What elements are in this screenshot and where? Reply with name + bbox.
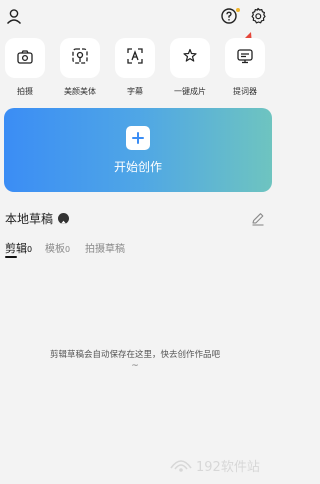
gear-icon[interactable] bbox=[248, 6, 268, 26]
edit-icon[interactable] bbox=[251, 211, 265, 226]
tool-label: 拍摄 bbox=[17, 87, 33, 96]
tool-label: 美颜美体 bbox=[64, 87, 96, 96]
magic-icon bbox=[182, 48, 198, 68]
start-create-label: 开始创作 bbox=[113, 159, 162, 174]
notification-dot bbox=[236, 8, 240, 12]
watermark-text: 192软件站 bbox=[196, 460, 260, 475]
tool-tile bbox=[60, 38, 100, 78]
tool-label: 字幕 bbox=[127, 87, 143, 96]
tool-shoot[interactable]: 拍摄 bbox=[3, 38, 47, 97]
subtitle-icon bbox=[127, 48, 143, 68]
empty-state-message: 剪辑草稿会自动保存在这里，快去创作作品吧 bbox=[49, 350, 220, 360]
tool-label: 一键成片 bbox=[174, 87, 206, 96]
top-bar bbox=[0, 0, 270, 36]
teleprompter-icon bbox=[237, 48, 253, 68]
start-create-button[interactable]: 开始创作 bbox=[4, 108, 272, 192]
tool-tile bbox=[5, 38, 45, 78]
tool-tile bbox=[170, 38, 210, 78]
tab-label: 模板 bbox=[45, 244, 65, 255]
drafts-header: 本地草稿 bbox=[5, 210, 267, 228]
tool-label: 提词器 bbox=[233, 87, 257, 96]
tab-label: 剪辑 bbox=[5, 242, 27, 255]
tool-beauty[interactable]: 美颜美体 bbox=[58, 38, 102, 97]
tool-teleprompter[interactable]: 提词器 bbox=[223, 38, 267, 97]
beauty-icon bbox=[72, 48, 88, 68]
tab-edit[interactable]: 剪辑0 bbox=[5, 240, 32, 256]
drafts-title: 本地草稿 bbox=[5, 212, 54, 226]
watermark-logo-icon bbox=[170, 460, 192, 472]
caret-up-icon[interactable] bbox=[58, 213, 69, 224]
tab-count: 0 bbox=[27, 245, 33, 254]
plus-icon bbox=[126, 125, 150, 150]
drafts-tabs: 剪辑0 模板0 拍摄草稿 bbox=[5, 240, 267, 262]
tab-label: 拍摄草稿 bbox=[85, 244, 125, 255]
user-icon[interactable] bbox=[4, 6, 24, 26]
tool-subtitle[interactable]: 字幕 bbox=[113, 38, 157, 97]
active-tab-indicator bbox=[5, 256, 17, 258]
tools-row: 拍摄 美颜美体 字幕 一键成片 提词器 bbox=[0, 38, 270, 100]
tab-template[interactable]: 模板0 bbox=[45, 240, 70, 255]
tool-tile bbox=[225, 38, 265, 78]
tool-one-click[interactable]: 一键成片 bbox=[168, 38, 212, 97]
tab-count: 0 bbox=[65, 245, 71, 254]
tab-shoot-drafts[interactable]: 拍摄草稿 bbox=[85, 240, 125, 255]
tool-tile bbox=[115, 38, 155, 78]
empty-state-tilde: ~ bbox=[131, 361, 139, 371]
watermark: 192软件站 bbox=[168, 454, 268, 484]
camera-icon bbox=[17, 49, 33, 68]
